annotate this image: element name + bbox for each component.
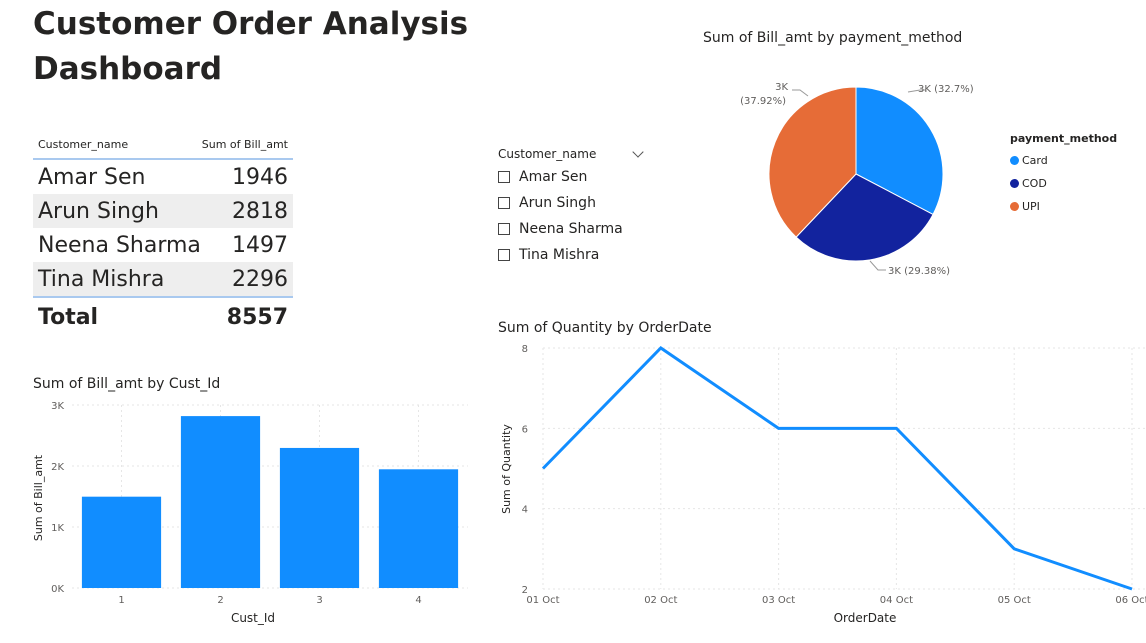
- legend-label: UPI: [1022, 200, 1040, 213]
- line-x-tick-label: 05 Oct: [998, 595, 1031, 606]
- bar-chart-title: Sum of Bill_amt by Cust_Id: [33, 376, 221, 392]
- slicer-item-label: Tina Mishra: [519, 247, 600, 263]
- bar-x-tick-label: 3: [316, 595, 322, 606]
- legend-item-card[interactable]: Card: [1010, 149, 1117, 172]
- cell-customer-name: Neena Sharma: [38, 232, 201, 258]
- legend-dot-icon: [1010, 202, 1019, 211]
- slicer-item-neena-sharma[interactable]: Neena Sharma: [498, 216, 648, 242]
- checkbox[interactable]: [498, 197, 510, 209]
- cell-customer-name: Tina Mishra: [38, 266, 165, 292]
- legend-dot-icon: [1010, 179, 1019, 188]
- line-y-axis-label: Sum of Quantity: [500, 424, 513, 514]
- customer-bill-table[interactable]: Customer_name Sum of Bill_amt Amar Sen 1…: [33, 130, 293, 336]
- table-row[interactable]: Arun Singh 2818: [33, 194, 293, 228]
- table-row[interactable]: Neena Sharma 1497: [33, 228, 293, 262]
- column-header-sum-bill-amt[interactable]: Sum of Bill_amt: [202, 138, 288, 151]
- slicer-item-label: Amar Sen: [519, 169, 588, 185]
- slicer-item-label: Arun Singh: [519, 195, 596, 211]
- pie-label-upi-text-1: 3K: [775, 82, 788, 93]
- slicer-header[interactable]: Customer_name: [498, 144, 648, 164]
- line-chart-title: Sum of Quantity by OrderDate: [498, 320, 712, 336]
- pie-chart[interactable]: 3K (32.7%) 3K (29.38%) 3K (37.92%): [730, 70, 1000, 280]
- legend-item-cod[interactable]: COD: [1010, 172, 1117, 195]
- line-y-tick-label: 8: [522, 344, 528, 355]
- table-header: Customer_name Sum of Bill_amt: [33, 130, 293, 160]
- line-series-quantity[interactable]: [541, 346, 1133, 591]
- pie-label-cod-text: 3K (29.38%): [888, 266, 950, 277]
- cell-customer-name: Arun Singh: [38, 198, 159, 224]
- legend-label: COD: [1022, 177, 1047, 190]
- line-x-tick-label: 01 Oct: [526, 595, 559, 606]
- line-x-tick-label: 04 Oct: [880, 595, 913, 606]
- table-row[interactable]: Amar Sen 1946: [33, 160, 293, 194]
- bar-y-tick-label: 3K: [51, 401, 64, 412]
- pie-label-upi-text-2: (37.92%): [740, 96, 786, 107]
- chevron-down-icon[interactable]: [632, 146, 644, 158]
- legend-title: payment_method: [1010, 132, 1118, 145]
- customer-name-slicer[interactable]: Customer_name Amar Sen Arun Singh Neena …: [498, 144, 648, 268]
- checkbox[interactable]: [498, 171, 510, 183]
- slicer-title: Customer_name: [498, 147, 597, 161]
- legend-dot-icon: [1010, 156, 1019, 165]
- page-title: Customer Order Analysis Dashboard: [33, 6, 469, 87]
- legend-item-upi[interactable]: UPI: [1010, 195, 1117, 218]
- pie-label-upi: 3K (37.92%): [740, 82, 809, 107]
- bar-x-tick-label: 2: [217, 595, 223, 606]
- pie-label-cod: 3K (29.38%): [869, 260, 950, 277]
- slicer-item-arun-singh[interactable]: Arun Singh: [498, 190, 648, 216]
- line-x-tick-label: 03 Oct: [762, 595, 795, 606]
- slicer-item-tina-mishra[interactable]: Tina Mishra: [498, 242, 648, 268]
- bar-x-axis-label: Cust_Id: [231, 611, 275, 625]
- bar-x-tick-label: 4: [415, 595, 421, 606]
- pie-chart-title: Sum of Bill_amt by payment_method: [703, 30, 963, 46]
- total-value: 8557: [226, 304, 288, 330]
- bar-cust-3[interactable]: [279, 447, 360, 588]
- line-x-tick-label: 06 Oct: [1115, 595, 1146, 606]
- bar-chart[interactable]: 0K 1K 2K 3K 1 2 3 4 Cust_Id Sum of Bill_amt: [20, 395, 480, 635]
- bar-y-tick-label: 0K: [51, 584, 64, 595]
- bar-cust-1[interactable]: [81, 496, 162, 588]
- bar-cust-2[interactable]: [180, 416, 261, 588]
- cell-customer-name: Amar Sen: [38, 164, 146, 190]
- line-x-axis-label: OrderDate: [834, 611, 897, 625]
- bar-y-tick-label: 1K: [51, 523, 64, 534]
- slicer-item-amar-sen[interactable]: Amar Sen: [498, 164, 648, 190]
- bar-x-tick-label: 1: [118, 595, 124, 606]
- line-y-tick-label: 6: [522, 424, 528, 435]
- column-header-customer-name[interactable]: Customer_name: [38, 138, 128, 151]
- table-row[interactable]: Tina Mishra 2296: [33, 262, 293, 296]
- slicer-item-label: Neena Sharma: [519, 221, 623, 237]
- cell-bill-amt: 2296: [232, 266, 288, 292]
- total-label: Total: [38, 304, 99, 330]
- pie-label-card-text: 3K (32.7%): [918, 84, 974, 95]
- legend-label: Card: [1022, 154, 1048, 167]
- bar-y-axis-label: Sum of Bill_amt: [32, 454, 45, 541]
- cell-bill-amt: 1946: [232, 164, 288, 190]
- checkbox[interactable]: [498, 223, 510, 235]
- pie-legend: payment_method Card COD UPI: [1010, 132, 1117, 218]
- line-x-tick-label: 02 Oct: [644, 595, 677, 606]
- checkbox[interactable]: [498, 249, 510, 261]
- table-total-row: Total 8557: [33, 296, 293, 336]
- line-chart[interactable]: 2468 01 Oct 02 Oct 03 Oct 04 Oct 05 Oct 06 Oc…: [490, 335, 1146, 635]
- cell-bill-amt: 2818: [232, 198, 288, 224]
- line-y-tick-label: 4: [522, 505, 528, 516]
- pie-label-card: 3K (32.7%): [907, 84, 974, 95]
- cell-bill-amt: 1497: [232, 232, 288, 258]
- bar-y-tick-label: 2K: [51, 462, 64, 473]
- bar-cust-4[interactable]: [378, 469, 459, 588]
